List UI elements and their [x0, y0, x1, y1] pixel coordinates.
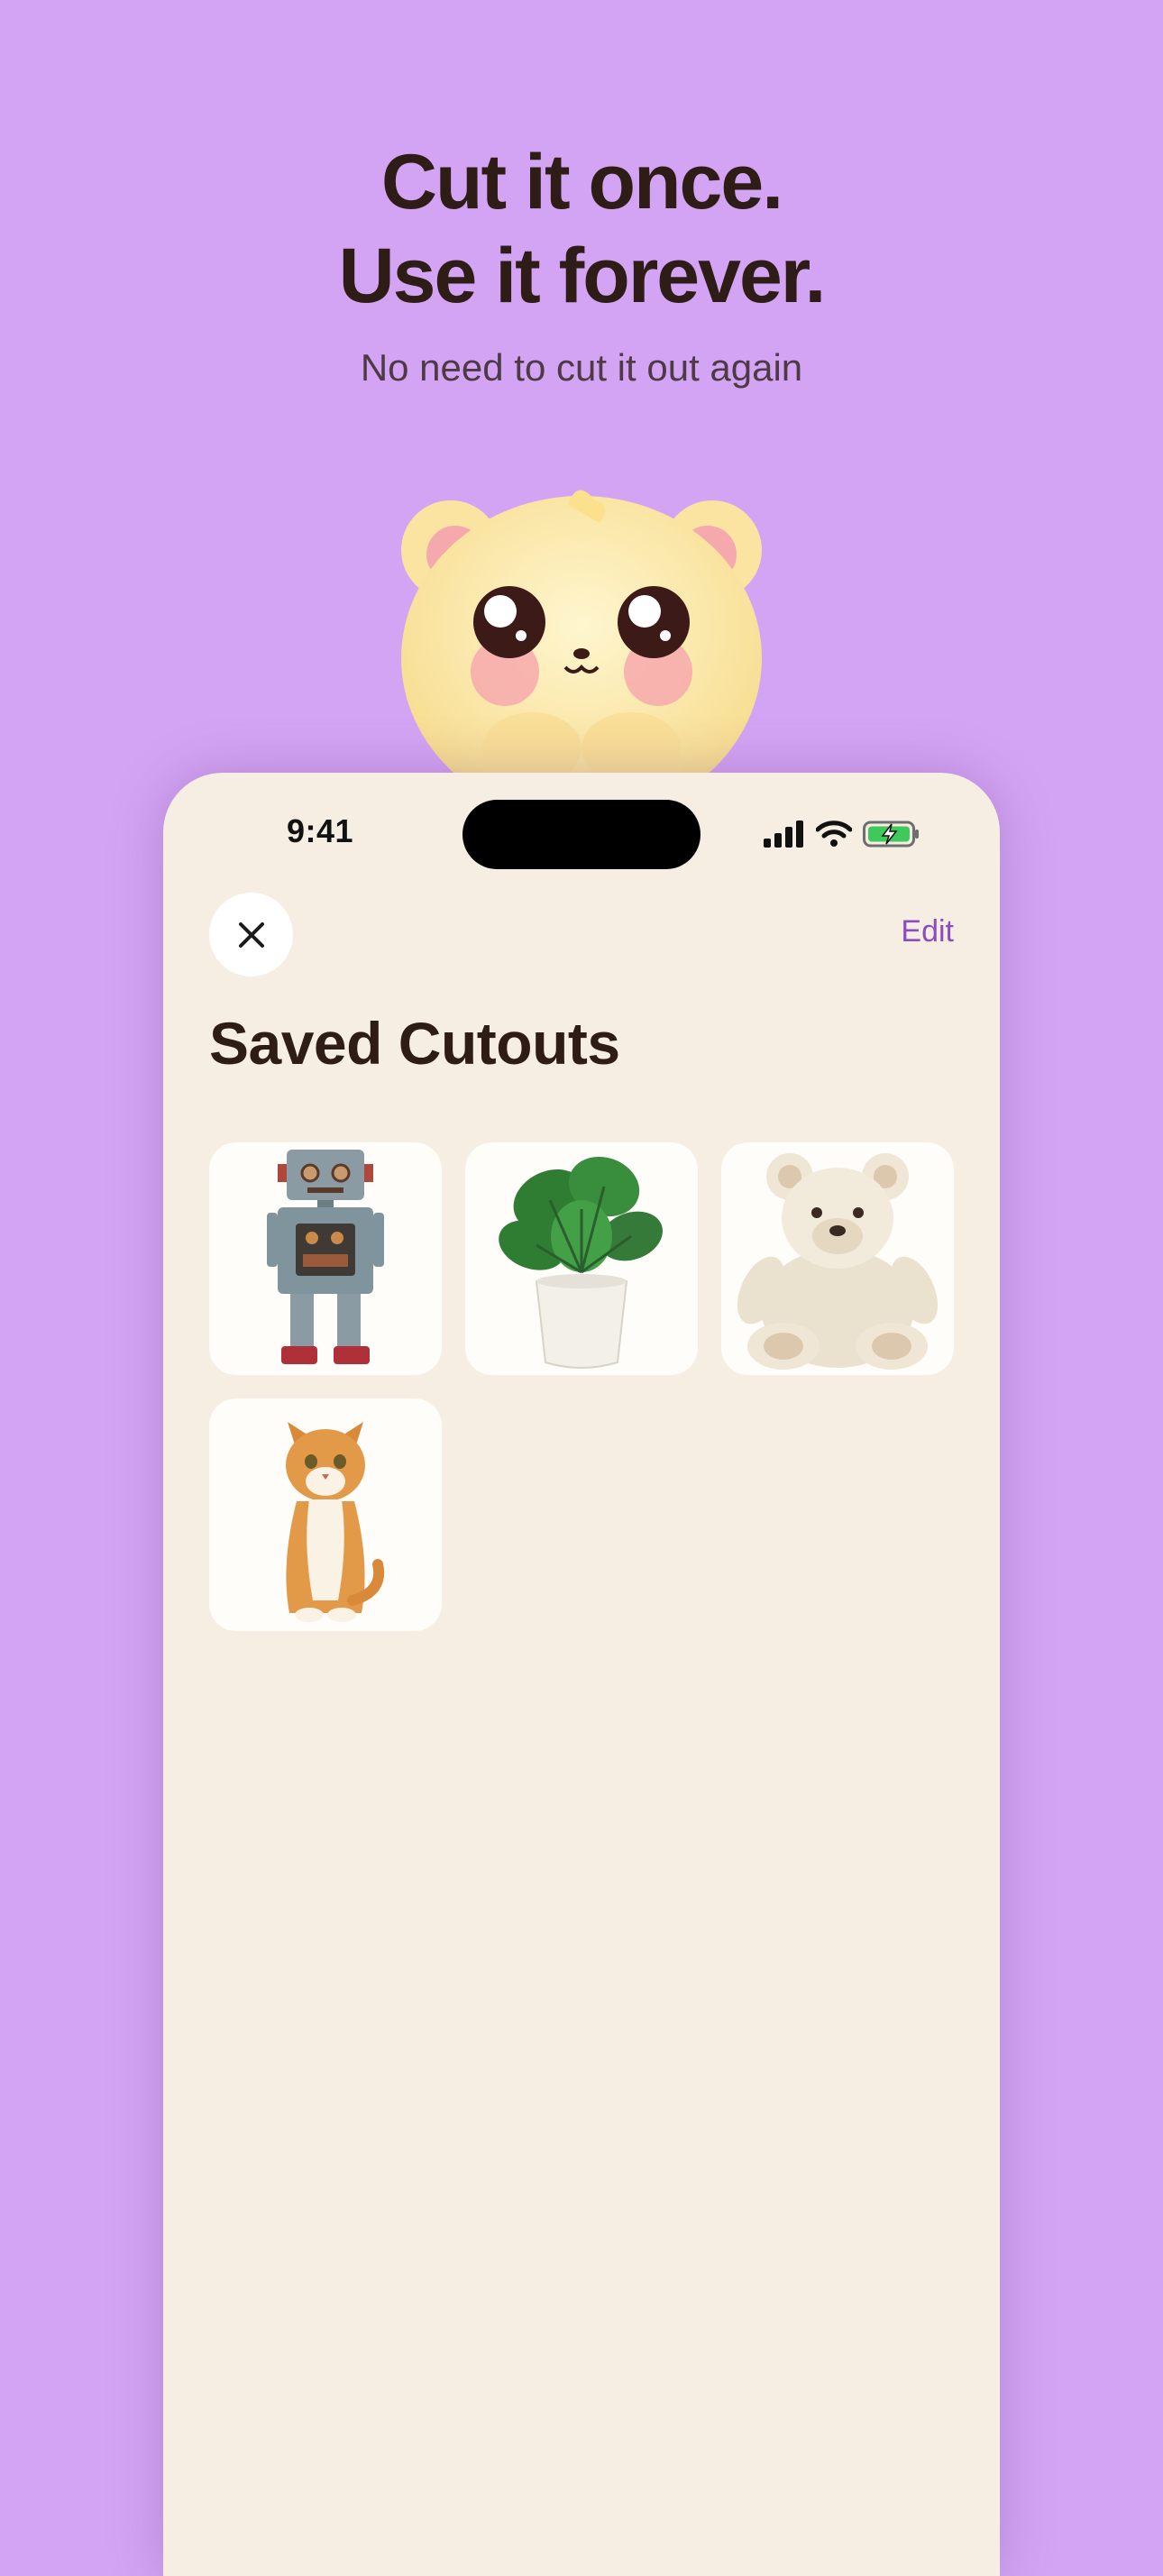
cutout-tile-plant[interactable]	[465, 1142, 698, 1375]
robot-icon	[267, 1150, 384, 1364]
hero-title: Cut it once. Use it forever.	[0, 135, 1163, 323]
cat-icon	[286, 1422, 385, 1622]
close-button[interactable]	[209, 893, 293, 976]
signal-icon	[764, 820, 803, 848]
status-icons	[764, 818, 920, 850]
hero-title-line-2: Use it forever.	[338, 233, 827, 319]
close-icon	[238, 921, 264, 948]
page-title: Saved Cutouts	[209, 1010, 620, 1077]
cutout-tile-cat[interactable]	[209, 1398, 442, 1631]
edit-button[interactable]: Edit	[901, 914, 954, 949]
plant-icon	[499, 1156, 663, 1369]
battery-charging-icon	[863, 820, 919, 848]
cutouts-grid	[209, 1142, 954, 1631]
status-time: 9:41	[287, 812, 354, 849]
hero-subtitle: No need to cut it out again	[360, 346, 803, 389]
cutout-tile-robot[interactable]	[209, 1142, 442, 1375]
phone-screen: 9:41 Edit Saved Cutouts	[163, 773, 1000, 2576]
dynamic-island	[462, 800, 701, 869]
teddy-bear-icon	[737, 1153, 939, 1370]
hero-title-line-1: Cut it once.	[380, 139, 783, 225]
cutout-tile-teddy-bear[interactable]	[721, 1142, 954, 1375]
wifi-icon	[816, 820, 852, 847]
bear-mascot-icon	[401, 490, 762, 784]
